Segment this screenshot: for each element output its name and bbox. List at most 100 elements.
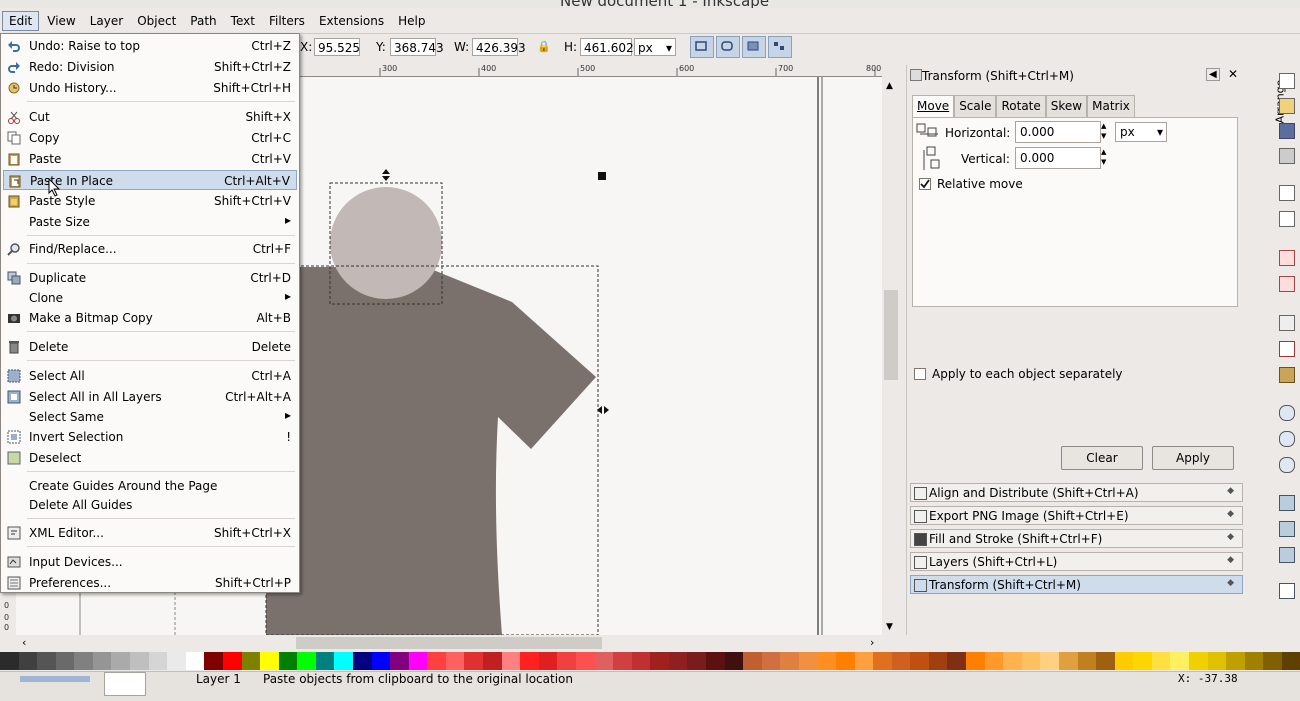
close-icon[interactable]: ✕ — [1228, 67, 1238, 81]
unit-select[interactable]: px ▾ — [634, 38, 676, 56]
unlink-clone-icon[interactable] — [1279, 547, 1295, 563]
color-swatch[interactable] — [668, 652, 688, 670]
color-swatch[interactable] — [1096, 652, 1115, 670]
color-swatch[interactable] — [1058, 652, 1078, 670]
color-swatch[interactable] — [204, 652, 223, 670]
menu-item-select-same[interactable]: Select Same ▸ — [3, 407, 297, 427]
menu-item-input-devices[interactable]: Input Devices... — [3, 552, 297, 572]
current-layer-select[interactable]: Layer 1 — [196, 672, 241, 686]
dock-item-layers[interactable]: Layers (Shift+Ctrl+L) ◆ — [910, 552, 1243, 571]
dock-item-fill-stroke[interactable]: Fill and Stroke (Shift+Ctrl+F) ◆ — [910, 529, 1243, 548]
color-swatch[interactable] — [1170, 652, 1189, 670]
color-swatch[interactable] — [1281, 652, 1300, 670]
color-swatch[interactable] — [222, 652, 242, 670]
color-swatch[interactable] — [501, 652, 521, 670]
color-swatch[interactable] — [966, 652, 985, 670]
zoom-selection-icon[interactable] — [1279, 405, 1295, 421]
color-swatch[interactable] — [1226, 652, 1245, 670]
apply-button[interactable]: Apply — [1152, 446, 1234, 470]
new-document-icon[interactable] — [1279, 73, 1295, 89]
chevron-up-icon[interactable]: ▲ — [886, 81, 893, 91]
y-input[interactable]: 368.743 — [390, 38, 444, 56]
menu-item-undo[interactable]: Undo: Raise to top Ctrl+Z — [3, 36, 297, 56]
head-circle[interactable] — [330, 187, 442, 299]
chevron-down-icon[interactable]: ▼ — [886, 622, 893, 632]
color-swatch[interactable] — [297, 652, 316, 670]
horizontal-spinner[interactable]: ▲ ▼ — [1101, 121, 1109, 143]
x-input[interactable]: 95.525 — [314, 38, 360, 56]
color-swatch[interactable] — [352, 652, 372, 670]
color-swatch[interactable] — [18, 652, 38, 670]
color-swatch[interactable] — [260, 652, 279, 670]
relative-move-checkbox[interactable] — [919, 178, 931, 190]
unit-select[interactable]: px ▾ — [1115, 122, 1167, 142]
menu-item-cut[interactable]: Cut Shift+X — [3, 107, 297, 127]
zoom-page-icon[interactable] — [1279, 457, 1295, 473]
color-palette[interactable] — [0, 652, 1300, 670]
color-swatch[interactable] — [910, 652, 929, 670]
color-swatch[interactable] — [947, 652, 967, 670]
menu-item-create-guides[interactable]: Create Guides Around the Page — [3, 476, 297, 496]
open-folder-icon[interactable] — [1279, 98, 1295, 114]
dock-item-transform[interactable]: Transform (Shift+Ctrl+M) ◆ — [910, 575, 1243, 594]
iconify-button[interactable]: ◀ — [1206, 68, 1220, 81]
color-swatch[interactable] — [390, 652, 409, 670]
color-swatch[interactable] — [1021, 652, 1041, 670]
menu-object[interactable]: Object — [131, 12, 182, 30]
menu-item-clone[interactable]: Clone ▸ — [3, 288, 297, 308]
color-swatch[interactable] — [37, 652, 56, 670]
dock-item-export-png[interactable]: Export PNG Image (Shift+Ctrl+E) ◆ — [910, 506, 1243, 525]
menu-item-paste-size[interactable]: Paste Size ▸ — [3, 212, 297, 232]
color-swatch[interactable] — [817, 652, 837, 670]
menu-item-bitmap-copy[interactable]: Make a Bitmap Copy Alt+B — [3, 308, 297, 328]
menu-item-invert-selection[interactable]: Invert Selection! — [3, 427, 297, 447]
color-swatch[interactable] — [130, 652, 149, 670]
color-swatch[interactable] — [185, 652, 205, 670]
color-swatch[interactable] — [780, 652, 799, 670]
color-swatch[interactable] — [891, 652, 911, 670]
color-swatch[interactable] — [464, 652, 484, 670]
color-swatch[interactable] — [315, 652, 335, 670]
color-swatch[interactable] — [167, 652, 186, 670]
color-swatch[interactable] — [148, 652, 168, 670]
color-swatch[interactable] — [445, 652, 465, 670]
scale-stroke-button[interactable] — [690, 36, 714, 58]
color-swatch[interactable] — [0, 652, 19, 670]
color-swatch[interactable] — [798, 652, 818, 670]
color-swatch[interactable] — [631, 652, 651, 670]
menu-item-preferences[interactable]: Preferences... Shift+Ctrl+P — [3, 573, 297, 593]
menu-extensions[interactable]: Extensions — [313, 12, 390, 30]
color-swatch[interactable] — [557, 652, 576, 670]
color-swatch[interactable] — [1207, 652, 1227, 670]
color-swatch[interactable] — [724, 652, 744, 670]
cut-icon[interactable] — [1279, 341, 1295, 357]
print-icon[interactable] — [1279, 148, 1295, 164]
color-swatch[interactable] — [705, 652, 725, 670]
color-swatch[interactable] — [594, 652, 614, 670]
clear-button[interactable]: Clear — [1061, 446, 1143, 470]
color-swatch[interactable] — [278, 652, 298, 670]
color-swatch[interactable] — [575, 652, 595, 670]
color-swatch[interactable] — [1244, 652, 1264, 670]
apply-each-checkbox[interactable] — [914, 368, 926, 380]
color-swatch[interactable] — [1263, 652, 1282, 670]
menu-help[interactable]: Help — [392, 12, 431, 30]
color-swatch[interactable] — [687, 652, 706, 670]
menu-item-delete-guides[interactable]: Delete All Guides — [3, 495, 297, 515]
color-swatch[interactable] — [984, 652, 1004, 670]
save-icon[interactable] — [1279, 123, 1295, 139]
vertical-input[interactable]: 0.000 — [1015, 147, 1101, 169]
stroke-width-input[interactable] — [104, 672, 146, 696]
color-swatch[interactable] — [538, 652, 558, 670]
scale-corners-button[interactable] — [716, 36, 740, 58]
menu-item-xml-editor[interactable]: XML Editor... Shift+Ctrl+X — [3, 523, 297, 543]
redo-icon[interactable] — [1279, 276, 1295, 292]
tab-scale[interactable]: Scale — [954, 95, 997, 117]
group-icon[interactable] — [1279, 583, 1295, 599]
color-swatch[interactable] — [1077, 652, 1097, 670]
menu-item-undo-history[interactable]: Undo History... Shift+Ctrl+H — [3, 78, 297, 98]
menu-item-select-all[interactable]: Select All Ctrl+A — [3, 366, 297, 386]
import-icon[interactable] — [1279, 185, 1295, 201]
color-swatch[interactable] — [1133, 652, 1152, 670]
menu-path[interactable]: Path — [184, 12, 222, 30]
